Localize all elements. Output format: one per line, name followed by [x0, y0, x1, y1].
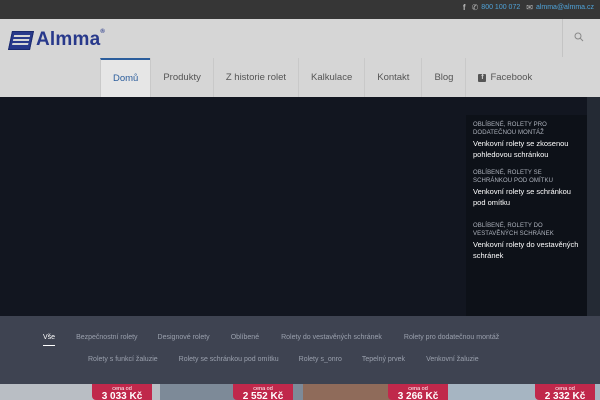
nav-item-products[interactable]: Produkty: [150, 58, 213, 97]
price-badge: cena od 2 552 Kč: [233, 384, 293, 400]
price-badge: cena od 3 033 Kč: [92, 384, 152, 400]
slide-category: OBLÍBENÉ, ROLETY DO VESTAVĚNÝCH SCHRÁNEK: [473, 223, 554, 237]
logo-text: Almma®: [36, 29, 105, 50]
phone-contact[interactable]: ✆ 800 100 072: [472, 3, 521, 12]
slide-category: OBLÍBENÉ, ROLETY SE SCHRÁNKOU POD OMÍTKU: [473, 170, 554, 184]
search-divider: [562, 19, 563, 57]
top-contact-bar: f ✆ 800 100 072 ✉ almma@almma.cz: [0, 0, 600, 19]
slider-thumbnails: OBLÍBENÉ, ROLETY PRO DODATEČNOU MONTÁŽ V…: [466, 115, 587, 316]
price-badge: cena od 2 332 Kč: [535, 384, 595, 400]
product-card[interactable]: cena od 2 332 Kč: [448, 384, 600, 400]
filter-retrofit-mounting[interactable]: Rolety pro dodatečnou montáž: [404, 334, 499, 346]
filter-all[interactable]: Vše: [43, 334, 56, 346]
page-scrollbar[interactable]: [587, 97, 600, 316]
contact-info: f ✆ 800 100 072 ✉ almma@almma.cz: [463, 3, 594, 12]
slide-item[interactable]: OBLÍBENÉ, ROLETY SE SCHRÁNKOU POD OMÍTKU…: [473, 169, 581, 208]
site-header: Almma® Domů Produkty Z historie rolet Ka…: [0, 19, 600, 97]
product-grid: cena od 3 033 Kč cena od 2 552 Kč cena o…: [0, 384, 600, 400]
mail-icon: ✉: [526, 3, 533, 12]
filter-onro[interactable]: Rolety s_onro: [299, 356, 342, 363]
filter-design-shutters[interactable]: Designové rolety: [158, 334, 210, 346]
filter-security-shutters[interactable]: Bezpečnostní rolety: [76, 334, 137, 346]
nav-item-home[interactable]: Domů: [100, 58, 151, 97]
nav-item-facebook[interactable]: f Facebook: [465, 58, 544, 97]
filter-thermal-element[interactable]: Tepelný prvek: [362, 356, 405, 363]
phone-number[interactable]: 800 100 072: [481, 4, 520, 11]
facebook-icon: f: [478, 73, 487, 82]
filter-row: Rolety s funkcí žaluzie Rolety se schrán…: [88, 356, 600, 363]
nav-item-blog[interactable]: Blog: [421, 58, 465, 97]
phone-icon: ✆: [471, 3, 479, 12]
filter-built-in-boxes[interactable]: Rolety do vestavěných schránek: [281, 334, 382, 346]
search-icon[interactable]: [574, 32, 584, 42]
filter-outdoor-blinds[interactable]: Venkovní žaluzie: [426, 356, 479, 363]
product-card[interactable]: cena od 3 266 Kč: [303, 384, 448, 400]
hero-slider: OBLÍBENÉ, ROLETY PRO DODATEČNOU MONTÁŽ V…: [0, 97, 600, 316]
slide-title[interactable]: Venkovní rolety do vestavěných schránek: [473, 239, 581, 261]
nav-item-contact[interactable]: Kontakt: [364, 58, 421, 97]
main-navigation: Domů Produkty Z historie rolet Kalkulace…: [100, 58, 544, 97]
email-address[interactable]: almma@almma.cz: [536, 4, 594, 11]
slide-title[interactable]: Venkovní rolety se zkosenou pohledovou s…: [473, 138, 581, 160]
price-badge: cena od 3 266 Kč: [388, 384, 448, 400]
slide-title[interactable]: Venkovní rolety se schránkou pod omítku: [473, 186, 581, 208]
filter-favorites[interactable]: Oblíbené: [231, 334, 259, 346]
filter-row: Vše Bezpečnostní rolety Designové rolety…: [43, 334, 600, 346]
slide-item[interactable]: OBLÍBENÉ, ROLETY DO VESTAVĚNÝCH SCHRÁNEK…: [473, 222, 581, 261]
filter-under-plaster[interactable]: Rolety se schránkou pod omítku: [179, 356, 279, 363]
logo-shutter-icon: [7, 30, 35, 50]
email-contact[interactable]: ✉ almma@almma.cz: [526, 3, 594, 12]
product-card[interactable]: cena od 3 033 Kč: [0, 384, 160, 400]
filter-blind-function[interactable]: Rolety s funkcí žaluzie: [88, 356, 158, 363]
facebook-icon[interactable]: f: [463, 3, 466, 12]
nav-item-calculation[interactable]: Kalkulace: [298, 58, 364, 97]
nav-item-history[interactable]: Z historie rolet: [212, 58, 298, 97]
slide-item[interactable]: OBLÍBENÉ, ROLETY PRO DODATEČNOU MONTÁŽ V…: [473, 121, 581, 160]
category-filter: Vše Bezpečnostní rolety Designové rolety…: [0, 316, 600, 384]
slide-category: OBLÍBENÉ, ROLETY PRO DODATEČNOU MONTÁŽ: [473, 122, 547, 136]
site-logo[interactable]: Almma®: [7, 29, 105, 51]
product-card[interactable]: cena od 2 552 Kč: [160, 384, 303, 400]
